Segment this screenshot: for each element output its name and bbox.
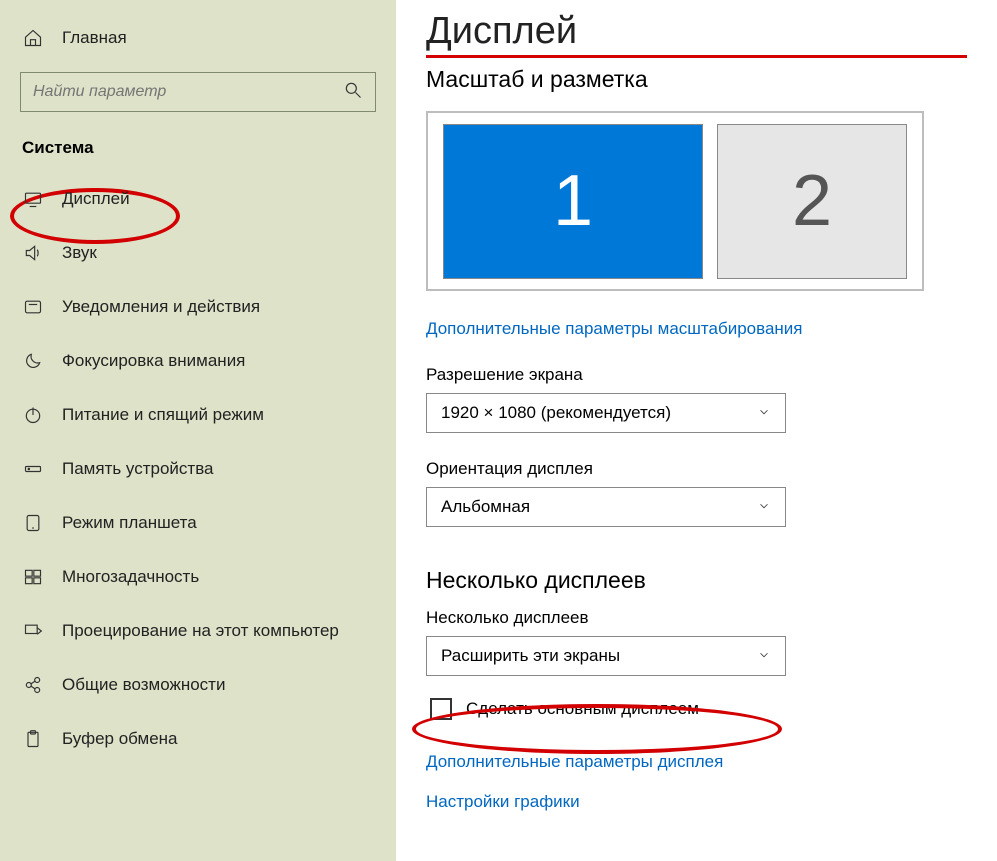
- sidebar-item-clipboard[interactable]: Буфер обмена: [0, 712, 396, 766]
- multi-display-heading: Несколько дисплеев: [426, 567, 967, 594]
- advanced-scaling-link[interactable]: Дополнительные параметры масштабирования: [426, 319, 802, 339]
- sidebar-item-label: Звук: [62, 243, 97, 263]
- sidebar-item-label: Проецирование на этот компьютер: [62, 621, 339, 641]
- sidebar-item-label: Режим планшета: [62, 513, 197, 533]
- sidebar-item-storage[interactable]: Память устройства: [0, 442, 396, 496]
- home-icon: [22, 28, 44, 48]
- resolution-label: Разрешение экрана: [426, 365, 967, 385]
- sidebar-item-display[interactable]: Дисплей: [0, 172, 396, 226]
- sidebar-item-label: Питание и спящий режим: [62, 405, 264, 425]
- moon-icon: [22, 351, 44, 371]
- tablet-icon: [22, 513, 44, 533]
- make-main-display-checkbox-row[interactable]: Сделать основным дисплеем: [426, 698, 967, 720]
- dropdown-value: Альбомная: [441, 497, 530, 517]
- chevron-down-icon: [757, 648, 771, 665]
- scale-heading: Масштаб и разметка: [426, 66, 967, 93]
- sidebar-item-sound[interactable]: Звук: [0, 226, 396, 280]
- sidebar-item-label: Дисплей: [62, 189, 130, 209]
- orientation-dropdown[interactable]: Альбомная: [426, 487, 786, 527]
- sidebar-item-label: Фокусировка внимания: [62, 351, 245, 371]
- multi-display-dropdown[interactable]: Расширить эти экраны: [426, 636, 786, 676]
- sidebar-item-power[interactable]: Питание и спящий режим: [0, 388, 396, 442]
- orientation-label: Ориентация дисплея: [426, 459, 967, 479]
- sidebar-item-label: Буфер обмена: [62, 729, 178, 749]
- display-tile-1[interactable]: 1: [443, 124, 703, 279]
- storage-icon: [22, 459, 44, 479]
- search-icon: [343, 80, 363, 105]
- sidebar-item-shared[interactable]: Общие возможности: [0, 658, 396, 712]
- sound-icon: [22, 243, 44, 263]
- multitask-icon: [22, 567, 44, 587]
- sidebar-item-label: Память устройства: [62, 459, 214, 479]
- advanced-display-link[interactable]: Дополнительные параметры дисплея: [426, 752, 967, 772]
- resolution-dropdown[interactable]: 1920 × 1080 (рекомендуется): [426, 393, 786, 433]
- sidebar-home[interactable]: Главная: [0, 18, 396, 58]
- display-number: 2: [792, 160, 832, 242]
- chevron-down-icon: [757, 499, 771, 516]
- sidebar-item-tablet[interactable]: Режим планшета: [0, 496, 396, 550]
- checkbox-icon[interactable]: [430, 698, 452, 720]
- clipboard-icon: [22, 729, 44, 749]
- sidebar-item-notifications[interactable]: Уведомления и действия: [0, 280, 396, 334]
- display-arrangement[interactable]: 1 2: [426, 111, 924, 291]
- main-content: Дисплей Масштаб и разметка 1 2 Дополните…: [396, 0, 997, 861]
- share-icon: [22, 675, 44, 695]
- graphics-settings-link[interactable]: Настройки графики: [426, 792, 967, 812]
- display-number: 1: [553, 160, 593, 242]
- monitor-icon: [22, 189, 44, 209]
- dropdown-value: Расширить эти экраны: [441, 646, 620, 666]
- search-input[interactable]: [33, 83, 343, 101]
- search-input-container[interactable]: [20, 72, 376, 112]
- sidebar: Главная Система Дисплей Звук Уведомления…: [0, 0, 396, 861]
- display-tile-2[interactable]: 2: [717, 124, 907, 279]
- sidebar-item-multitask[interactable]: Многозадачность: [0, 550, 396, 604]
- checkbox-label: Сделать основным дисплеем: [466, 699, 699, 719]
- sidebar-item-label: Уведомления и действия: [62, 297, 260, 317]
- notification-icon: [22, 297, 44, 317]
- sidebar-item-focus[interactable]: Фокусировка внимания: [0, 334, 396, 388]
- chevron-down-icon: [757, 405, 771, 422]
- sidebar-home-label: Главная: [62, 28, 127, 48]
- dropdown-value: 1920 × 1080 (рекомендуется): [441, 403, 671, 423]
- sidebar-item-projecting[interactable]: Проецирование на этот компьютер: [0, 604, 396, 658]
- power-icon: [22, 405, 44, 425]
- page-title: Дисплей: [426, 10, 967, 58]
- project-icon: [22, 621, 44, 641]
- sidebar-item-label: Многозадачность: [62, 567, 199, 587]
- sidebar-section-label: Система: [0, 130, 396, 172]
- sidebar-item-label: Общие возможности: [62, 675, 225, 695]
- multi-display-label: Несколько дисплеев: [426, 608, 967, 628]
